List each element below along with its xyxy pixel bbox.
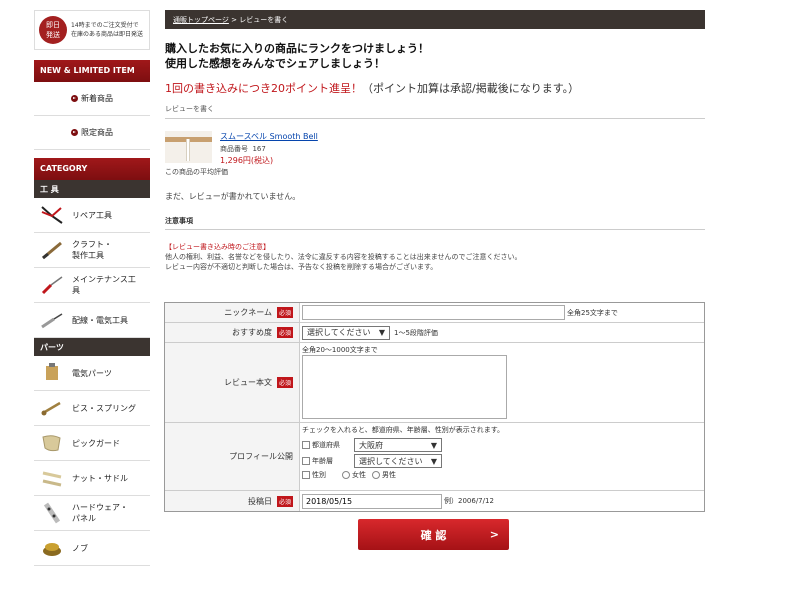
gender-checkbox[interactable] — [302, 471, 310, 479]
category-header: CATEGORY — [34, 158, 150, 180]
sidebar-item-electric-parts[interactable]: 電気パーツ — [34, 356, 150, 391]
rating-row: おすすめ度 必須 選択してください ▼ 1〜5段階評価 — [165, 323, 704, 343]
sidebar-item-craft-tools[interactable]: クラフト・製作工具 — [34, 233, 150, 268]
rating-select[interactable]: 選択してください ▼ — [302, 325, 390, 340]
no-review-message: まだ、レビューが書かれていません。 — [165, 192, 301, 201]
required-badge: 必須 — [276, 377, 293, 388]
same-day-shipping-banner[interactable]: 即日 発送 14時までのご注文受付で 在庫のある商品は即日発送 — [34, 10, 150, 50]
caution-text: 【レビュー書き込み時のご注意】 他人の権利、利益、名誉などを侵したり、法令に違反… — [165, 243, 522, 271]
product-info: スムースベル Smooth Bell 商品番号 167 1,296円(税込) — [165, 131, 705, 166]
prefecture-select[interactable]: 大阪府 ▼ — [354, 438, 442, 452]
caution-heading: 注意事項 — [165, 216, 705, 230]
page-headline: 購入したお気に入りの商品にランクをつけましょう！ 使用した感想をみんなでシェアし… — [165, 42, 429, 70]
rating-hint: 1〜5段階評価 — [394, 328, 438, 337]
nickname-hint: 全角25文字まで — [567, 308, 618, 317]
required-badge: 必須 — [276, 495, 293, 507]
review-hint: 全角20〜1000文字まで — [302, 346, 378, 354]
soldering-iron-icon — [41, 313, 63, 329]
tools-header: 工 具 — [34, 180, 150, 198]
male-radio[interactable] — [372, 471, 380, 479]
profile-row: プロフィール公開 チェックを入れると、都道府県、年齢層、性別が表示されます。 都… — [165, 423, 704, 491]
pliers-icon — [41, 206, 63, 224]
female-radio[interactable] — [342, 471, 350, 479]
same-day-badge: 即日 発送 — [39, 16, 67, 44]
hardware-icon — [43, 502, 61, 524]
screwdriver-icon — [41, 276, 63, 295]
nut-saddle-icon — [42, 471, 62, 487]
dropdown-arrow-icon: ▼ — [378, 328, 385, 337]
profile-hint: チェックを入れると、都道府県、年齢層、性別が表示されます。 — [302, 426, 505, 434]
same-day-text: 14時までのご注文受付で 在庫のある商品は即日発送 — [71, 22, 144, 38]
review-textarea[interactable] — [302, 355, 507, 419]
sidebar-item-nut-saddle[interactable]: ナット・サドル — [34, 461, 150, 496]
new-limited-header: NEW & LIMITED ITEM — [34, 60, 150, 82]
breadcrumb: 通販トップページ > レビューを書く — [165, 10, 705, 29]
post-date-input[interactable] — [302, 493, 442, 509]
sidebar-item-new[interactable]: 新着商品 — [34, 82, 150, 116]
sidebar-item-repair-tools[interactable]: リペア工具 — [34, 198, 150, 233]
sidebar-item-maintenance-tools[interactable]: メインテナンス工具 — [34, 268, 150, 303]
nickname-row: ニックネーム 必須 全角25文字まで — [165, 303, 704, 323]
points-notice: 1回の書き込みにつき20ポイント進呈！（ポイント加算は承認/掲載後になります。） — [165, 82, 580, 95]
nickname-input[interactable] — [302, 305, 565, 320]
arrow-bullet-icon — [71, 129, 78, 136]
sidebar-item-knob[interactable]: ノブ — [34, 531, 150, 566]
review-form: ニックネーム 必須 全角25文字まで おすすめ度 必須 選択してください ▼ 1〜5段… — [164, 302, 705, 512]
file-tool-icon — [42, 241, 62, 260]
pickguard-icon — [42, 435, 61, 452]
product-image[interactable] — [165, 131, 212, 163]
post-date-row: 投稿日必須 例）2006/7/12 — [165, 491, 704, 511]
sidebar-item-pickguard[interactable]: ピックガード — [34, 426, 150, 461]
confirm-button[interactable]: 確 認 > — [358, 519, 509, 550]
chevron-right-icon: > — [489, 528, 499, 541]
section-title: レビューを書く — [165, 104, 705, 119]
breadcrumb-home-link[interactable]: 通販トップページ — [173, 16, 229, 24]
required-badge: 必須 — [276, 327, 293, 338]
screw-icon — [41, 401, 61, 416]
age-checkbox[interactable] — [302, 457, 310, 465]
sidebar-item-wiring-tools[interactable]: 配線・電気工具 — [34, 303, 150, 338]
average-rating-label: この商品の平均評価 — [165, 168, 228, 176]
breadcrumb-current: レビューを書く — [239, 16, 289, 24]
sidebar-item-screws-springs[interactable]: ビス・スプリング — [34, 391, 150, 426]
electric-part-icon — [46, 363, 58, 380]
parts-header: パーツ — [34, 338, 150, 356]
post-date-hint: 例）2006/7/12 — [444, 497, 494, 505]
sidebar-item-limited[interactable]: 限定商品 — [34, 116, 150, 150]
sidebar: 即日 発送 14時までのご注文受付で 在庫のある商品は即日発送 NEW & LIMI… — [34, 10, 150, 566]
dropdown-arrow-icon: ▼ — [430, 456, 437, 466]
knob-icon — [43, 543, 61, 556]
review-body-row: レビュー本文 必須 全角20〜1000文字まで — [165, 343, 704, 423]
arrow-bullet-icon — [71, 95, 78, 102]
age-select[interactable]: 選択してください ▼ — [354, 454, 442, 468]
required-badge: 必須 — [276, 307, 293, 318]
product-name-link[interactable]: スムースベル Smooth Bell — [220, 131, 318, 142]
product-number: 商品番号 167 — [220, 145, 266, 153]
main-content: 通販トップページ > レビューを書く 購入したお気に入りの商品にランクをつけまし… — [165, 10, 705, 272]
prefecture-checkbox[interactable] — [302, 441, 310, 449]
product-price: 1,296円(税込) — [220, 156, 274, 165]
sidebar-item-hardware-panel[interactable]: ハードウェア・パネル — [34, 496, 150, 531]
dropdown-arrow-icon: ▼ — [430, 440, 437, 450]
